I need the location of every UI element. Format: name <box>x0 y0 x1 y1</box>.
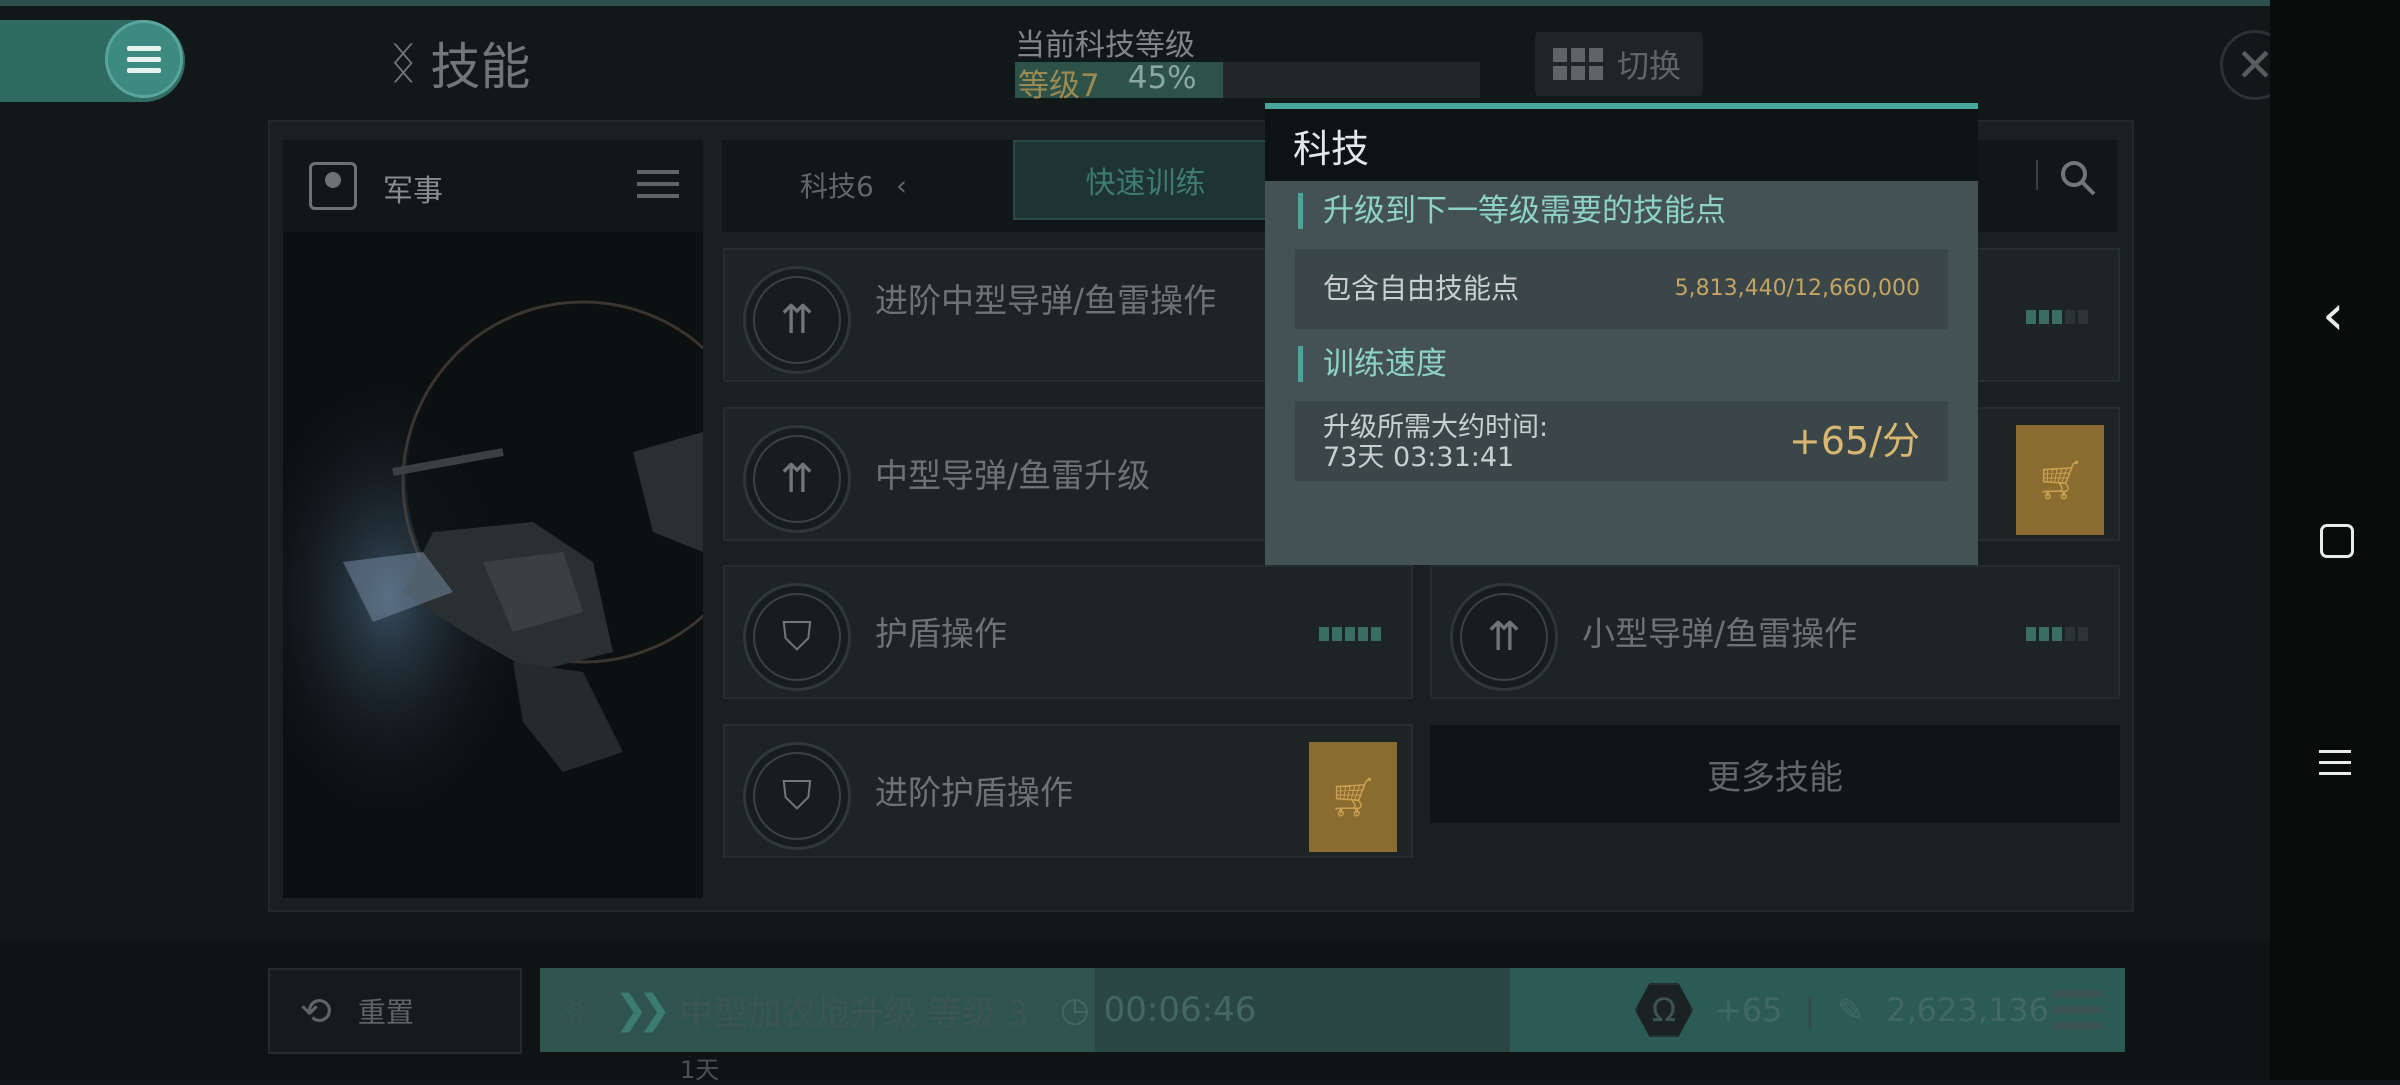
search-icon[interactable] <box>2058 158 2098 198</box>
queue-timer: ◷ 00:06:46 <box>1060 968 1256 1052</box>
skill-name: 进阶护盾操作 <box>875 773 1073 812</box>
popup-section-title: 升级到下一等级需要的技能点 <box>1298 193 1726 229</box>
cart-icon: 🛒︎ <box>2035 457 2085 502</box>
queue-skill-name: 中型加农炮升级 等级 3 <box>679 993 1029 1034</box>
skill-injector-icon: ✎ <box>1837 991 1865 1029</box>
category-menu-icon[interactable] <box>637 170 679 198</box>
queue-stats: Ω +65 | ✎ 2,623,136 <box>1635 968 2049 1052</box>
page-title: ᛝ 技能 <box>390 28 530 98</box>
category-header[interactable]: 军事 <box>283 140 703 232</box>
skill-card[interactable]: ⛉ 进阶护盾操作 🛒︎ <box>723 724 1413 858</box>
profile-icon <box>309 162 357 210</box>
skill-level-indicator <box>2026 627 2088 641</box>
missile-icon: ⇈ <box>1487 614 1521 660</box>
close-icon: ✕ <box>2235 38 2275 92</box>
tech-level-percent: 45% <box>1127 60 1197 96</box>
eta-label: 升级所需大约时间: <box>1323 412 1549 443</box>
quick-train-button[interactable]: 快速训练 <box>1013 140 1278 220</box>
shopping-cart-button[interactable]: 🛒︎ <box>2016 425 2104 535</box>
skill-name: 中型导弹/鱼雷升级 <box>875 456 1151 495</box>
divider <box>2036 160 2038 190</box>
back-nav-icon[interactable]: ‹ <box>2322 288 2362 344</box>
reset-icon: ⟲ <box>300 989 332 1033</box>
free-points-row: 包含自由技能点 5,813,440/12,660,000 <box>1295 249 1948 329</box>
skill-name: 进阶中型导弹/鱼雷操作 <box>875 281 1217 320</box>
double-chevron-right-icon: ❯❯ <box>614 987 671 1033</box>
reset-button[interactable]: ⟲ 重置 <box>268 968 522 1054</box>
hamburger-menu-icon[interactable] <box>105 20 183 98</box>
eta-value: 73天 03:31:41 <box>1323 442 1515 473</box>
switch-view-button[interactable]: 切换 <box>1535 32 1703 96</box>
page-title-text: 技能 <box>430 38 531 96</box>
eta-row: 升级所需大约时间: 73天 03:31:41 +65/分 <box>1295 401 1948 481</box>
skill-card[interactable]: ⇈ 小型导弹/鱼雷操作 <box>1430 565 2120 699</box>
skill-level-indicator <box>2026 310 2088 324</box>
free-points-value: 5,813,440/12,660,000 <box>1674 276 1920 301</box>
chevron-left-icon[interactable]: ‹ <box>896 169 907 202</box>
tech-level-label: 当前科技等级 <box>1015 28 1195 63</box>
more-skills-button[interactable]: 更多技能 <box>1430 725 2120 823</box>
missile-icon: ⇈ <box>780 456 814 502</box>
training-rate: +65 <box>1715 991 1783 1029</box>
training-speed: +65/分 <box>1789 419 1920 463</box>
skill-icon-ring: ⇈ <box>743 425 851 533</box>
skill-icon-ring: ⇈ <box>743 266 851 374</box>
free-points-label: 包含自由技能点 <box>1323 272 1520 305</box>
skill-icon-ring: ⇈ <box>1450 583 1558 691</box>
skill-name: 护盾操作 <box>875 614 1007 653</box>
shield-icon: ⛉ <box>782 614 812 660</box>
cart-icon: 🛒︎ <box>1328 774 1378 819</box>
tech-level-text: 等级7 45% <box>1018 60 1197 104</box>
popup-section-title: 训练速度 <box>1298 346 1447 382</box>
tab-tech-label: 科技6 <box>800 170 874 203</box>
clock-icon: ◷ <box>1060 990 1090 1030</box>
skill-icon-ring: ⛉ <box>743 583 851 691</box>
grid-view-icon <box>1553 48 1603 80</box>
skill-level-indicator <box>1319 627 1381 641</box>
dna-icon: ᛝ <box>390 37 417 89</box>
training-queue-content: ⚛ ❯❯ 中型加农炮升级 等级 3 <box>555 968 1029 1052</box>
queue-menu-icon[interactable] <box>2052 990 2102 1029</box>
divider: | <box>1804 991 1816 1029</box>
home-nav-icon[interactable] <box>2320 524 2354 558</box>
skill-points: 2,623,136 <box>1886 991 2049 1029</box>
reset-label: 重置 <box>357 996 414 1029</box>
eta-text: 升级所需大约时间: 73天 03:31:41 <box>1323 413 1548 473</box>
missile-icon: ⇈ <box>780 297 814 343</box>
shield-icon: ⛉ <box>782 773 812 819</box>
queue-time-value: 00:06:46 <box>1103 990 1257 1030</box>
recents-nav-icon[interactable] <box>2319 750 2351 775</box>
tech-level-value: 等级7 <box>1018 68 1100 104</box>
tab-tech-level[interactable]: 科技6 ‹ <box>800 150 990 220</box>
switch-label: 切换 <box>1617 47 1682 85</box>
omega-icon: Ω <box>1635 983 1693 1037</box>
ship-artwork <box>283 232 703 898</box>
popup-title: 科技 <box>1265 109 1978 181</box>
atom-icon: ⚛ <box>555 983 597 1037</box>
top-accent-line <box>0 0 2270 6</box>
skill-icon-ring: ⛉ <box>743 742 851 850</box>
shopping-cart-button[interactable]: 🛒︎ <box>1309 742 1397 852</box>
category-label: 军事 <box>383 174 443 209</box>
skill-name: 小型导弹/鱼雷操作 <box>1582 614 1858 653</box>
skill-card[interactable]: ⛉ 护盾操作 <box>723 565 1413 699</box>
